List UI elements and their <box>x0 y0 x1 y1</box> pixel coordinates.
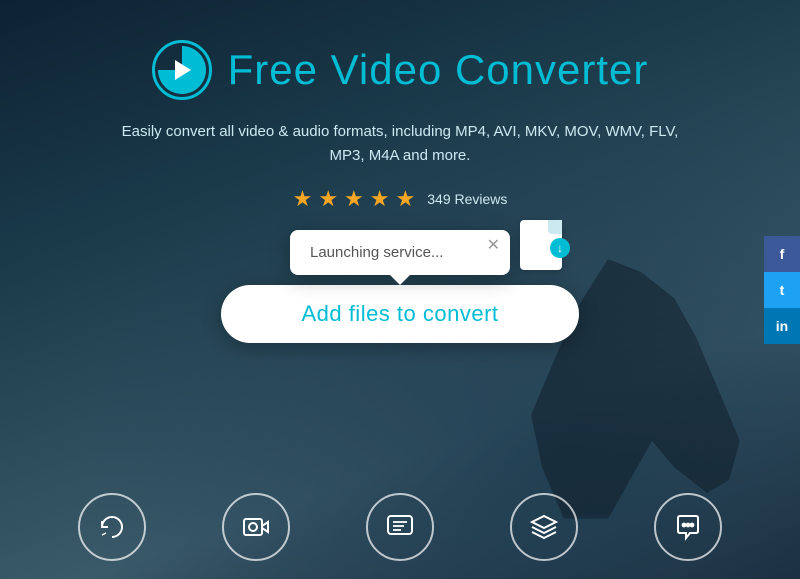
play-icon <box>175 60 191 80</box>
star-2: ★ <box>318 186 338 212</box>
add-files-button[interactable]: Add files to convert <box>221 285 578 343</box>
social-sidebar: f t in <box>764 236 800 344</box>
tooltip-box: Launching service... ✕ <box>290 230 510 275</box>
bottom-icons-row <box>0 493 800 561</box>
logo-icon <box>152 40 212 100</box>
file-drop-icon: ↓ <box>520 220 580 280</box>
layers-icon <box>528 511 560 543</box>
star-4: ★ <box>370 186 390 212</box>
feedback-icon-button[interactable] <box>654 493 722 561</box>
video-settings-icon <box>240 511 272 543</box>
app-title: Free Video Converter <box>228 46 649 94</box>
tooltip-text: Launching service... <box>310 244 443 261</box>
linkedin-button[interactable]: in <box>764 308 800 344</box>
star-3: ★ <box>344 186 364 212</box>
feedback-icon <box>672 511 704 543</box>
layers-icon-button[interactable] <box>510 493 578 561</box>
star-1: ★ <box>293 186 313 212</box>
tooltip-close-button[interactable]: ✕ <box>487 238 500 254</box>
chat-icon <box>384 511 416 543</box>
chat-icon-button[interactable] <box>366 493 434 561</box>
logo-inner <box>158 46 206 94</box>
file-shape: ↓ <box>520 220 562 270</box>
twitter-button[interactable]: t <box>764 272 800 308</box>
title-colored: Video Converter <box>331 46 649 93</box>
file-arrow-icon: ↓ <box>550 238 570 258</box>
refresh-icon-button[interactable] <box>78 493 146 561</box>
stars-row: ★ ★ ★ ★ ★ 349 Reviews <box>293 186 508 212</box>
facebook-button[interactable]: f <box>764 236 800 272</box>
tooltip-wrapper: Launching service... ✕ ↓ <box>290 230 510 275</box>
video-settings-icon-button[interactable] <box>222 493 290 561</box>
subtitle-text: Easily convert all video & audio formats… <box>110 120 690 168</box>
title-free: Free <box>228 46 331 93</box>
reviews-count: 349 Reviews <box>427 191 507 207</box>
refresh-icon <box>96 511 128 543</box>
title-row: Free Video Converter <box>152 40 649 100</box>
star-5: ★ <box>396 186 416 212</box>
